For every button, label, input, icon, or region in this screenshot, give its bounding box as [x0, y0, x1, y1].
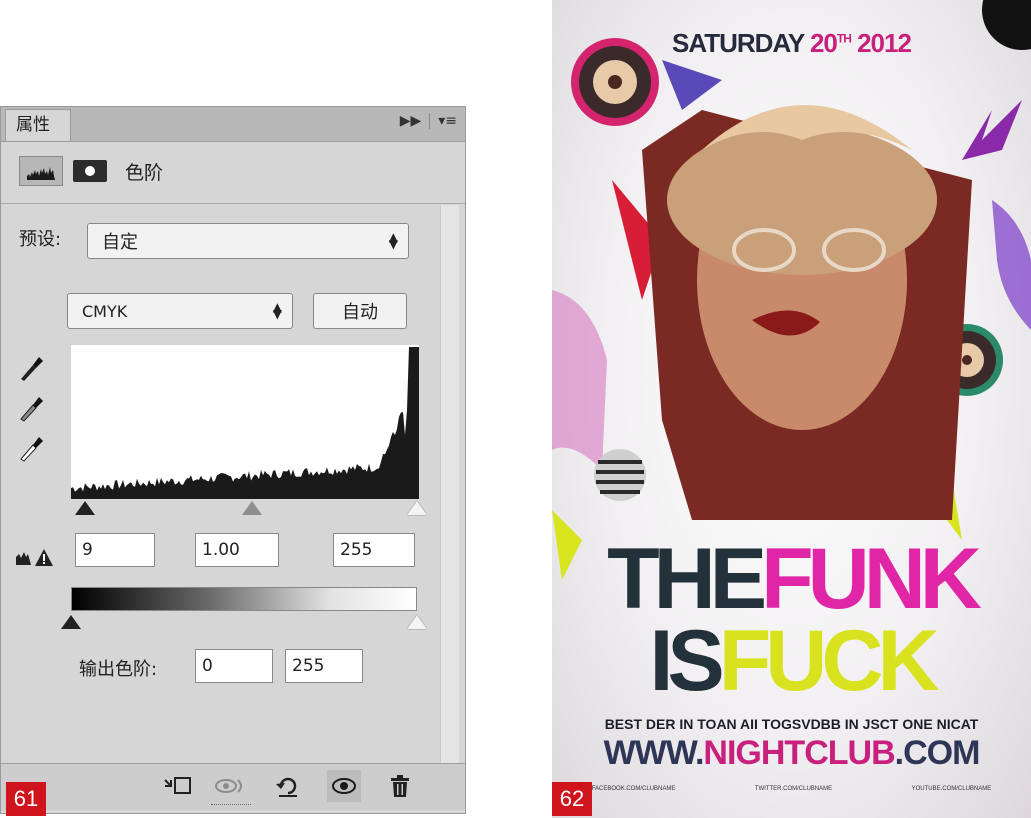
panel-footer	[1, 763, 465, 810]
scrollbar[interactable]	[440, 205, 459, 765]
gray-point-eyedropper-icon[interactable]	[17, 393, 45, 423]
title-fuck: FUCK	[718, 613, 940, 709]
panel-menu-icon[interactable]: ▾≡	[438, 113, 457, 129]
clipping-warning-icon[interactable]	[15, 545, 55, 567]
auto-button[interactable]: 自动	[313, 293, 407, 329]
clip-to-layer-icon[interactable]	[161, 770, 195, 802]
input-white-field[interactable]: 255	[333, 533, 415, 567]
properties-panel: 属性 ▶▶ ▾≡ 色阶 预设: 自定 ▲ ▼ CMYK ▲ ▼ 自动 9 1.0…	[0, 106, 466, 814]
channel-select[interactable]: CMYK ▲ ▼	[67, 293, 293, 329]
output-white-field[interactable]: 255	[285, 649, 363, 683]
channel-value: CMYK	[82, 301, 128, 321]
url-suffix: .COM	[894, 734, 981, 772]
adjustment-title: 色阶	[125, 161, 164, 184]
input-gamma-handle[interactable]	[242, 501, 262, 515]
social-twitter: TWITTER.COM/CLUBNAME	[754, 786, 833, 792]
adjustment-header: 色阶	[19, 155, 163, 187]
date-year: 2012	[850, 28, 912, 58]
poster-image: SATURDAY 20TH 2012 THEFUNK ISFUCK BEST D…	[552, 0, 1031, 818]
url-name: NIGHTCLUB	[703, 734, 895, 772]
select-arrows-icon: ▲ ▼	[388, 230, 398, 251]
black-point-eyedropper-icon[interactable]	[17, 353, 45, 383]
input-gamma-field[interactable]: 1.00	[195, 533, 279, 567]
preset-value: 自定	[102, 232, 138, 253]
output-levels-label: 输出色阶:	[79, 659, 158, 680]
input-slider[interactable]	[71, 501, 427, 517]
output-black-field[interactable]: 0	[195, 649, 273, 683]
mask-icon[interactable]	[73, 160, 107, 182]
preset-label: 预设:	[19, 229, 62, 250]
collapse-icon[interactable]: ▶▶	[400, 113, 422, 129]
divider	[1, 203, 465, 204]
date-suffix: TH	[836, 31, 852, 46]
poster-date: SATURDAY 20TH 2012	[552, 28, 1031, 59]
poster-tagline: BEST DER IN TOAN AII TOGSVDBB IN JSCT ON…	[604, 716, 979, 732]
panel-tab-bar: 属性 ▶▶ ▾≡	[1, 107, 465, 142]
input-black-field[interactable]: 9	[75, 533, 155, 567]
poster-socials: FACEBOOK.COM/CLUBNAME TWITTER.COM/CLUBNA…	[552, 786, 1031, 792]
output-gradient	[71, 587, 417, 611]
date-day: 20	[809, 28, 838, 58]
reset-icon[interactable]	[271, 770, 305, 802]
input-black-handle[interactable]	[75, 501, 95, 515]
resize-grip[interactable]	[211, 804, 251, 809]
figure-number-61: 61	[6, 782, 46, 816]
social-youtube: YOUTUBE.COM/CLUBNAME	[911, 786, 992, 792]
output-black-handle[interactable]	[61, 615, 81, 629]
visibility-icon[interactable]	[327, 770, 361, 802]
poster-title-line2: ISFUCK	[552, 612, 1031, 711]
divider	[429, 113, 431, 129]
figure-number-62: 62	[552, 782, 592, 816]
output-slider[interactable]	[61, 615, 429, 631]
delete-icon[interactable]	[383, 770, 417, 802]
title-is: IS	[649, 613, 724, 709]
levels-mode-icon[interactable]	[19, 156, 63, 186]
histogram	[71, 345, 419, 499]
poster-url: WWW.NIGHTCLUB.COM	[552, 734, 1031, 773]
preset-select[interactable]: 自定 ▲ ▼	[87, 223, 409, 259]
tab-properties[interactable]: 属性	[5, 109, 71, 141]
white-point-eyedropper-icon[interactable]	[17, 433, 45, 463]
select-arrows-icon: ▲ ▼	[272, 300, 282, 321]
social-facebook: FACEBOOK.COM/CLUBNAME	[591, 786, 676, 792]
panel-controls: ▶▶ ▾≡	[400, 113, 457, 129]
output-white-handle[interactable]	[407, 615, 427, 629]
date-prefix: SATURDAY	[672, 28, 810, 58]
view-previous-icon[interactable]	[213, 770, 247, 802]
url-prefix: WWW.	[603, 734, 705, 772]
input-white-handle[interactable]	[407, 501, 427, 515]
